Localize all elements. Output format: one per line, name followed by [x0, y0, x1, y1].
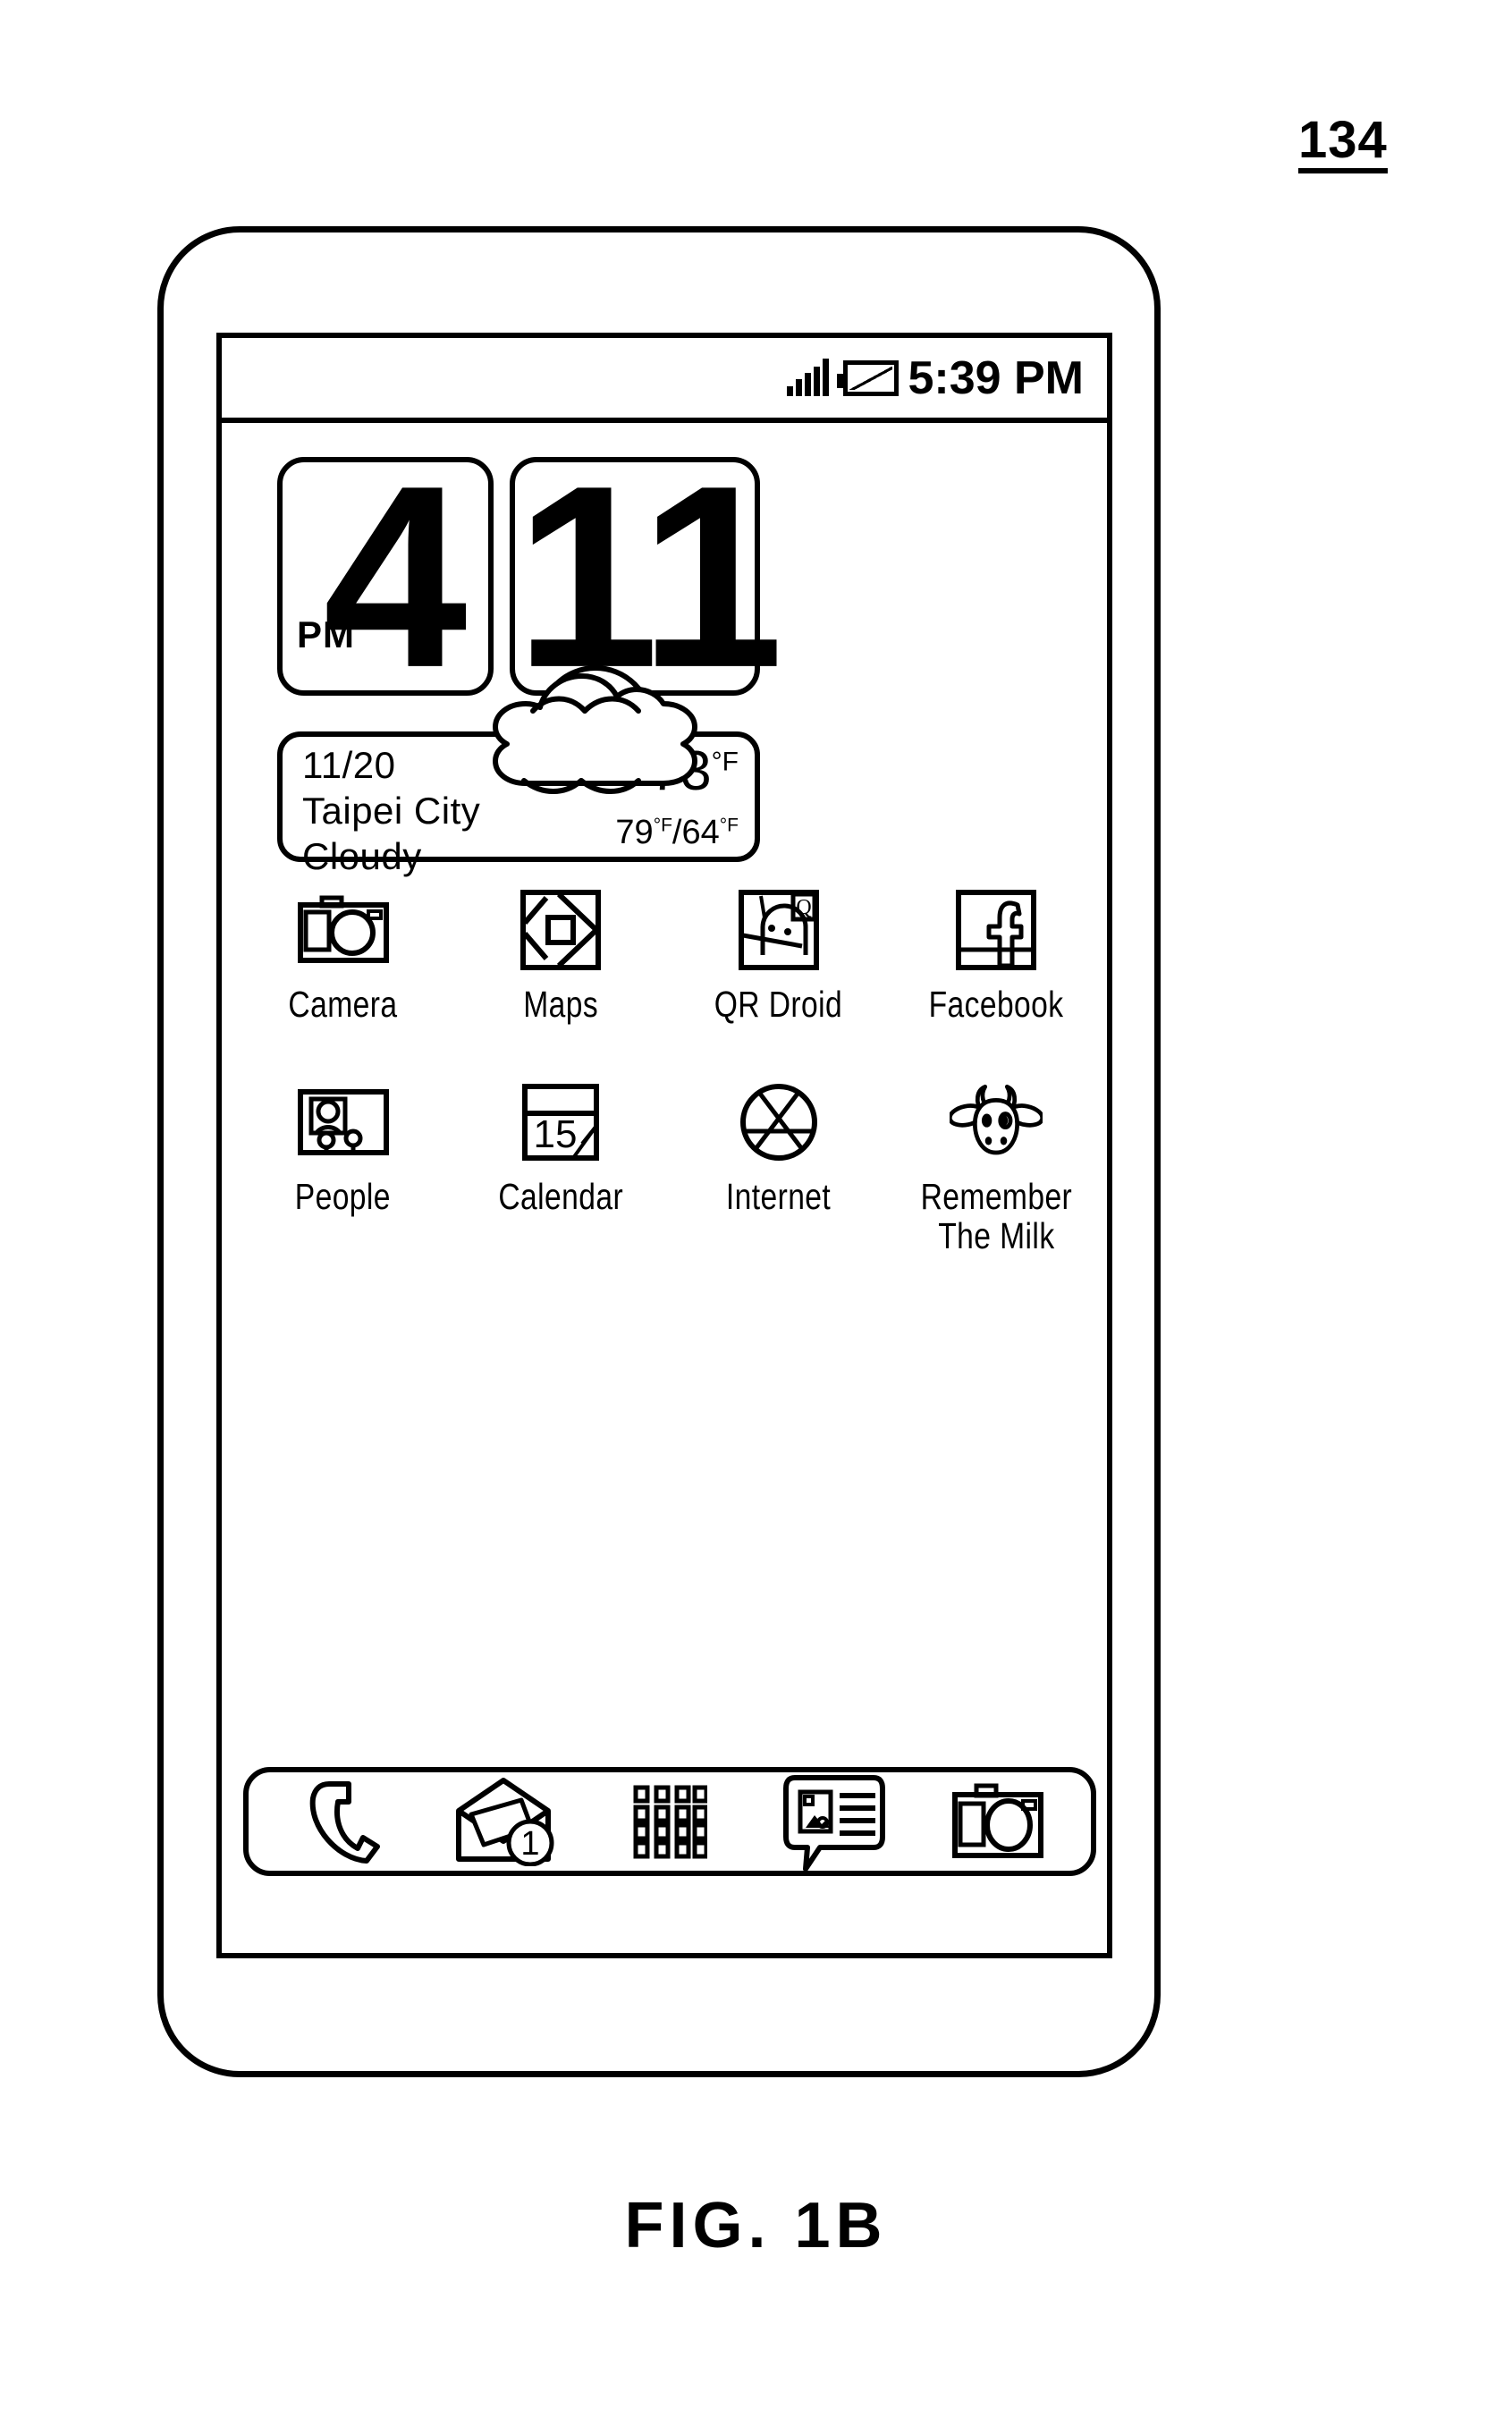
mail-badge-count: 1: [521, 1825, 540, 1863]
camera-icon: [297, 883, 390, 976]
camera-icon: [951, 1780, 1044, 1863]
envelope-icon: 1: [452, 1777, 559, 1866]
status-bar: 5:39 PM: [222, 338, 1107, 423]
app-maps[interactable]: Maps: [452, 883, 671, 1024]
app-grid-icon: [632, 1784, 707, 1859]
reference-numeral: 134: [1298, 114, 1388, 173]
clock-hour-card[interactable]: 4 PM: [277, 446, 494, 706]
app-camera[interactable]: Camera: [234, 883, 452, 1024]
weather-high-value: 79: [615, 814, 654, 851]
dock-phone-button[interactable]: [275, 1777, 409, 1866]
app-label: Facebook: [928, 984, 1064, 1025]
weather-date: 11/20: [302, 744, 396, 786]
weather-low-value: 64: [681, 814, 720, 851]
app-label: Camera: [288, 984, 398, 1025]
dock-bar: 1: [243, 1767, 1096, 1876]
app-remember-the-milk[interactable]: Remember The Milk: [888, 1076, 1106, 1255]
weather-temp-value: 73: [649, 740, 712, 802]
app-row-1: Camera Maps Q QR Droid Facebook: [234, 883, 1105, 1024]
dock-messages-button[interactable]: [767, 1775, 901, 1871]
weather-location: Taipei City: [302, 790, 481, 833]
app-label: QR Droid: [714, 984, 843, 1025]
qr-droid-icon: Q: [732, 883, 825, 976]
maps-icon: [514, 883, 607, 976]
weather-temp-unit: °F: [711, 747, 739, 777]
cow-icon: [950, 1076, 1043, 1169]
signal-bars-icon: [787, 358, 830, 396]
app-label: People: [295, 1176, 392, 1218]
weather-high-unit: °F: [653, 815, 672, 836]
clock-minute-digit: 11: [515, 431, 784, 722]
app-label: Maps: [523, 984, 599, 1025]
weather-low-unit: °F: [719, 815, 739, 836]
svg-text:Q: Q: [796, 896, 811, 919]
status-bar-clock: 5:39 PM: [908, 351, 1084, 404]
dock-mail-button[interactable]: 1: [438, 1777, 572, 1866]
app-qr-droid[interactable]: Q QR Droid: [670, 883, 888, 1024]
clock-minute-card[interactable]: 11: [510, 431, 784, 722]
message-bubble-icon: [781, 1772, 888, 1871]
battery-icon: [837, 359, 900, 396]
app-people[interactable]: People: [234, 1076, 452, 1255]
weather-info: 11/20 Taipei City Cloudy: [302, 742, 480, 880]
dock-all-apps-button[interactable]: [603, 1777, 737, 1866]
figure-caption: FIG. 1B: [624, 2190, 888, 2261]
phone-screen[interactable]: 5:39 PM 4 PM 11 11/20 Taipei City Cloudy…: [216, 333, 1112, 1958]
weather-condition: Cloudy: [302, 835, 422, 878]
app-row-2: People 15 Calendar Internet Remember The…: [234, 1076, 1105, 1255]
calendar-day-number: 15: [534, 1112, 578, 1156]
app-grid: Camera Maps Q QR Droid Facebook People 1…: [234, 883, 1105, 1255]
calendar-icon: 15: [514, 1076, 607, 1169]
facebook-icon: [950, 883, 1043, 976]
app-internet[interactable]: Internet: [670, 1076, 888, 1255]
clock-widget[interactable]: 4 PM 11: [222, 423, 1107, 727]
weather-hilo-separator: /: [672, 814, 682, 851]
weather-current-temperature: 73°F: [650, 744, 739, 799]
globe-icon: [732, 1076, 825, 1169]
app-facebook[interactable]: Facebook: [888, 883, 1106, 1024]
app-label: Calendar: [498, 1176, 624, 1218]
weather-high-low: 79°F/64°F: [615, 816, 739, 850]
app-label: Remember The Milk: [920, 1176, 1073, 1256]
dock-camera-button[interactable]: [931, 1777, 1065, 1866]
clock-ampm-label: PM: [297, 613, 355, 655]
app-calendar[interactable]: 15 Calendar: [452, 1076, 671, 1255]
weather-widget[interactable]: 11/20 Taipei City Cloudy 73°F 79°F/64°F: [277, 731, 760, 877]
people-icon: [297, 1076, 390, 1169]
phone-handset-icon: [302, 1779, 381, 1864]
app-label: Internet: [726, 1176, 832, 1218]
